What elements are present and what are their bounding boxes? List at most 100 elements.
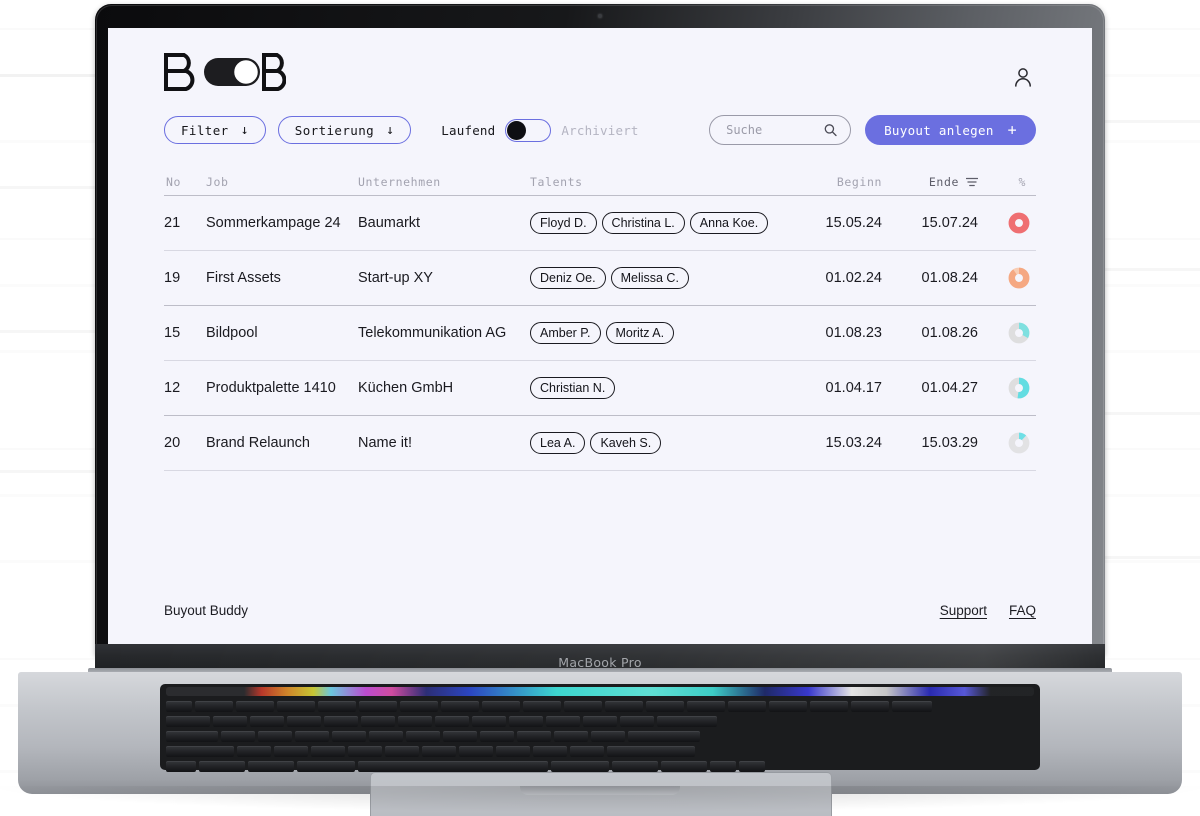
column-header-start[interactable]: Beginn — [786, 175, 882, 189]
keyboard-key — [620, 716, 654, 727]
row-talents: Floyd D. Christina L. Anna Koe. — [530, 212, 786, 234]
keyboard-row — [166, 761, 765, 772]
row-progress — [978, 212, 1036, 234]
keyboard-key — [166, 701, 192, 712]
app-footer: Buyout Buddy Support FAQ — [164, 603, 1036, 618]
row-job: Bildpool — [206, 325, 258, 341]
keyboard-row — [166, 701, 932, 712]
bob-logo[interactable] — [164, 50, 286, 94]
keyboard-key — [406, 731, 440, 742]
column-header-no[interactable]: No — [164, 175, 206, 189]
keyboard-key — [661, 761, 707, 772]
row-job: First Assets — [206, 270, 281, 286]
row-number: 19 — [164, 270, 181, 286]
table-row[interactable]: 12 Produktpalette 1410 Küchen GmbH Christia… — [164, 361, 1036, 416]
buyout-table: No Job Unternehmen Talents Beginn Ende %… — [164, 168, 1036, 471]
row-number: 12 — [164, 380, 181, 396]
row-progress — [978, 432, 1036, 454]
row-start-date: 01.08.23 — [825, 325, 882, 341]
talent-chip[interactable]: Deniz Oe. — [530, 267, 606, 289]
row-number: 21 — [164, 215, 181, 231]
app-root: Filter ↓ Sortierung ↓ Laufend Archiviert — [108, 28, 1092, 644]
keyboard-key — [295, 731, 329, 742]
keyboard-row — [166, 731, 700, 742]
search-input[interactable] — [726, 123, 821, 137]
table-row[interactable]: 15 Bildpool Telekommunikation AG Amber P. Mo… — [164, 306, 1036, 361]
keyboard-key — [472, 716, 506, 727]
row-company: Start-up XY — [358, 270, 433, 286]
table-row[interactable]: 20 Brand Relaunch Name it! Lea A. Kaveh S. 15… — [164, 416, 1036, 471]
search-box[interactable] — [709, 115, 852, 145]
talent-chip[interactable]: Melissa C. — [610, 267, 689, 289]
keyboard-key — [459, 746, 493, 757]
status-toggle-switch[interactable] — [505, 118, 552, 142]
keyboard-key — [195, 701, 233, 712]
progress-donut-icon — [1008, 212, 1030, 234]
keyboard-key — [480, 731, 514, 742]
create-buyout-button[interactable]: Buyout anlegen + — [865, 115, 1036, 145]
table-header-row: No Job Unternehmen Talents Beginn Ende % — [164, 168, 1036, 196]
keyboard-key — [250, 716, 284, 727]
keyboard-key — [892, 701, 932, 712]
status-toggle-group: Laufend Archiviert — [441, 118, 638, 142]
keyboard-key — [570, 746, 604, 757]
talent-chip[interactable]: Floyd D. — [530, 212, 597, 234]
talent-chip[interactable]: Lea A. — [530, 432, 586, 454]
user-icon — [1015, 68, 1031, 87]
create-buyout-label: Buyout anlegen — [884, 122, 994, 138]
arrow-down-icon: ↓ — [240, 122, 249, 138]
keyboard-row — [166, 716, 717, 727]
laptop-shadow — [0, 786, 1200, 812]
row-start-date: 15.03.24 — [825, 435, 882, 451]
table-row[interactable]: 21 Sommerkampage 24 Baumarkt Floyd D. Christ… — [164, 196, 1036, 251]
touch-bar[interactable] — [166, 687, 1034, 696]
keyboard-key — [628, 731, 700, 742]
sort-button[interactable]: Sortierung ↓ — [277, 116, 412, 144]
row-start-date: 01.04.17 — [825, 380, 882, 396]
keyboard-key — [400, 701, 438, 712]
user-account-button[interactable] — [1010, 64, 1036, 90]
keyboard-key — [710, 761, 736, 772]
keyboard-key — [605, 701, 643, 712]
talent-chip[interactable]: Moritz A. — [605, 322, 675, 344]
column-header-company[interactable]: Unternehmen — [358, 175, 530, 189]
row-company: Name it! — [358, 435, 412, 451]
keyboard-key — [441, 701, 479, 712]
row-number: 15 — [164, 325, 181, 341]
column-header-end[interactable]: Ende — [882, 175, 978, 189]
column-header-percent[interactable]: % — [978, 175, 1036, 189]
keyboard-key — [646, 701, 684, 712]
talent-chip[interactable]: Anna Koe. — [689, 212, 769, 234]
keyboard-key — [657, 716, 717, 727]
row-talents: Amber P. Moritz A. — [530, 322, 786, 344]
keyboard-key — [287, 716, 321, 727]
progress-donut-icon — [1008, 267, 1030, 289]
keyboard — [160, 684, 1040, 772]
filter-button[interactable]: Filter ↓ — [164, 116, 266, 144]
talent-chip[interactable]: Kaveh S. — [590, 432, 662, 454]
keyboard-row — [166, 746, 695, 757]
row-talents: Christian N. — [530, 377, 786, 399]
sort-button-label: Sortierung — [294, 122, 375, 138]
row-talents: Lea A. Kaveh S. — [530, 432, 786, 454]
keyboard-key — [583, 716, 617, 727]
talent-chip[interactable]: Christian N. — [530, 377, 616, 399]
keyboard-key — [166, 746, 234, 757]
column-header-talents[interactable]: Talents — [530, 175, 786, 189]
keyboard-key — [612, 761, 658, 772]
row-progress — [978, 267, 1036, 289]
sort-lines-icon — [966, 177, 978, 186]
keyboard-key — [591, 731, 625, 742]
talent-chip[interactable]: Christina L. — [601, 212, 685, 234]
table-row[interactable]: 19 First Assets Start-up XY Deniz Oe. Meliss… — [164, 251, 1036, 306]
talent-chip[interactable]: Amber P. — [530, 322, 601, 344]
support-link[interactable]: Support — [940, 603, 987, 618]
toolbar: Filter ↓ Sortierung ↓ Laufend Archiviert — [164, 114, 1036, 146]
row-end-date: 01.08.24 — [921, 270, 978, 286]
row-company: Telekommunikation AG — [358, 325, 507, 341]
footer-links: Support FAQ — [940, 603, 1036, 618]
webcam-icon — [598, 14, 602, 18]
column-header-job[interactable]: Job — [206, 175, 358, 189]
faq-link[interactable]: FAQ — [1009, 603, 1036, 618]
column-header-end-label: Ende — [928, 174, 959, 189]
